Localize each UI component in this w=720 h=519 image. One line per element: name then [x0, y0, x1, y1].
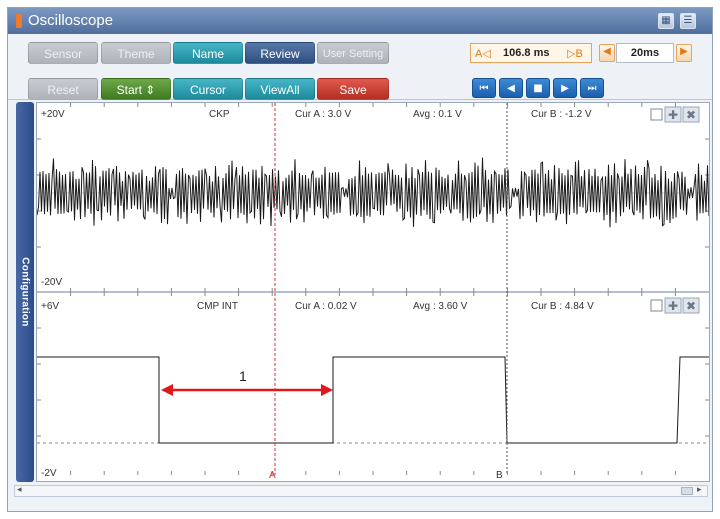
ch1-ymin-label: -20V — [41, 277, 62, 288]
save-button[interactable]: Save — [317, 78, 389, 100]
cursor-button[interactable]: Cursor — [173, 78, 243, 100]
review-button[interactable]: Review — [245, 42, 315, 64]
ch1-cur-b: Cur B : -1.2 V — [531, 109, 592, 120]
user-setting-button: User Setting — [317, 42, 389, 64]
ch2-ymin-label: -2V — [41, 468, 57, 479]
scope-display[interactable]: A B +20V -20V CKP Cur A : 3.0 V Avg : 0.… — [36, 102, 710, 482]
cursor-delta-value: 106.8 ms — [503, 47, 550, 59]
cursor-readout: A◁ 106.8 ms ▷B — [470, 43, 592, 63]
scope-svg: A B +20V -20V CKP Cur A : 3.0 V Avg : 0.… — [37, 103, 709, 481]
name-button[interactable]: Name — [173, 42, 243, 64]
menu-icon[interactable]: ☰ — [680, 13, 696, 29]
ch2-name: CMP INT — [197, 301, 238, 312]
viewall-button[interactable]: ViewAll — [245, 78, 315, 100]
stop-button[interactable]: ■ — [526, 78, 550, 98]
timebase-decrease-button[interactable]: ◀ — [599, 44, 615, 62]
period-arrow — [161, 384, 333, 396]
next-frame-button[interactable]: ▶ — [553, 78, 577, 98]
window-title: Oscilloscope — [28, 12, 114, 29]
ch1-ymax-label: +20V — [41, 109, 65, 120]
ch1-cur-a: Cur A : 3.0 V — [295, 109, 351, 120]
ch2-add-glyph: ✚ — [668, 299, 678, 313]
title-bar: Oscilloscope ▦ ☰ — [8, 8, 712, 34]
timebase-field[interactable]: 20ms — [616, 43, 674, 63]
start-button[interactable]: Start ⇕ — [101, 78, 171, 100]
ch1-checkbox — [650, 108, 663, 121]
last-frame-button[interactable]: ⏭ — [580, 78, 604, 98]
timebase-increase-button[interactable]: ▶ — [676, 44, 692, 62]
cursor-b-label: ▷B — [567, 48, 583, 60]
cursor-a-label: A◁ — [475, 48, 491, 60]
ch2-avg: Avg : 3.60 V — [413, 301, 468, 312]
ch2-ymax-label: +6V — [41, 301, 59, 312]
annotation-label: 1 — [239, 368, 247, 384]
first-frame-button[interactable]: ⏮ — [472, 78, 496, 98]
ch1-avg: Avg : 0.1 V — [413, 109, 462, 120]
ch2-panel-controls: ✚ ✖ — [650, 297, 700, 314]
prev-frame-button[interactable]: ◀ — [499, 78, 523, 98]
cursor-a-marker: A — [269, 470, 276, 481]
reset-button: Reset — [28, 78, 98, 100]
theme-button: Theme — [101, 42, 171, 64]
oscilloscope-window: Oscilloscope ▦ ☰ Sensor Theme Name Revie… — [7, 7, 713, 512]
ch1-name: CKP — [209, 109, 230, 120]
ch2-cur-a: Cur A : 0.02 V — [295, 301, 357, 312]
ch2-checkbox — [650, 299, 663, 312]
app-icon — [16, 14, 22, 28]
scroll-right-icon[interactable]: ▸ — [697, 484, 702, 495]
configuration-tab[interactable]: Configuration — [16, 102, 34, 482]
scroll-thumb[interactable] — [681, 487, 693, 495]
cursor-b-marker: B — [496, 470, 503, 481]
ch2-cur-b: Cur B : 4.84 V — [531, 301, 594, 312]
ch1-add-glyph: ✚ — [668, 108, 678, 122]
ch2-trace — [37, 356, 709, 444]
horizontal-scrollbar[interactable]: ◂ ▸ — [14, 484, 708, 497]
ch1-panel-controls: ✚ ✖ — [650, 106, 700, 123]
sensor-button: Sensor — [28, 42, 98, 64]
configuration-label: Configuration — [19, 257, 31, 327]
ch1-close-glyph: ✖ — [686, 108, 696, 122]
toolbar: Sensor Theme Name Review User Setting Re… — [8, 34, 712, 100]
ch2-close-glyph: ✖ — [686, 299, 696, 313]
export-icon[interactable]: ▦ — [658, 13, 674, 29]
scroll-left-icon[interactable]: ◂ — [17, 484, 22, 495]
